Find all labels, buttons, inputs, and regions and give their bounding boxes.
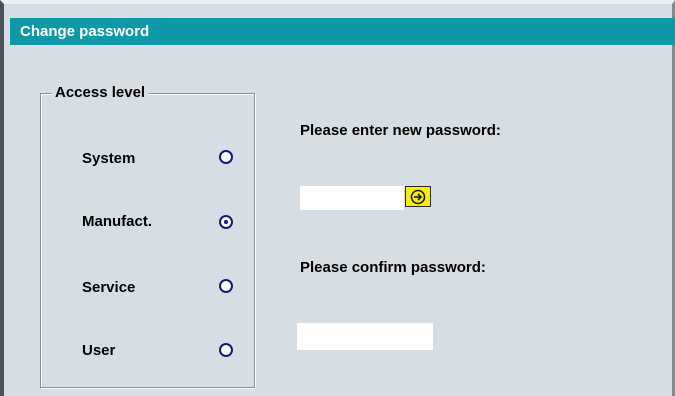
access-radio-system[interactable] bbox=[219, 150, 233, 164]
arrow-right-circle-icon bbox=[410, 189, 426, 204]
new-password-prompt: Please enter new password: bbox=[300, 122, 501, 139]
enter-button[interactable] bbox=[405, 186, 431, 207]
access-option-label-system: System bbox=[82, 150, 136, 167]
access-option-label-service: Service bbox=[82, 279, 136, 296]
access-radio-user[interactable] bbox=[219, 343, 233, 357]
access-option-label-user: User bbox=[82, 342, 116, 359]
access-radio-service[interactable] bbox=[219, 279, 233, 293]
confirm-password-prompt: Please confirm password: bbox=[300, 259, 486, 276]
dialog-title-bar: Change password bbox=[10, 18, 675, 45]
dialog-title: Change password bbox=[20, 23, 150, 40]
access-level-legend: Access level bbox=[52, 84, 149, 101]
access-radio-manufact[interactable] bbox=[219, 215, 233, 229]
new-password-input[interactable] bbox=[300, 186, 404, 210]
confirm-password-input[interactable] bbox=[297, 323, 433, 350]
access-option-label-manufact: Manufact. bbox=[82, 213, 153, 230]
